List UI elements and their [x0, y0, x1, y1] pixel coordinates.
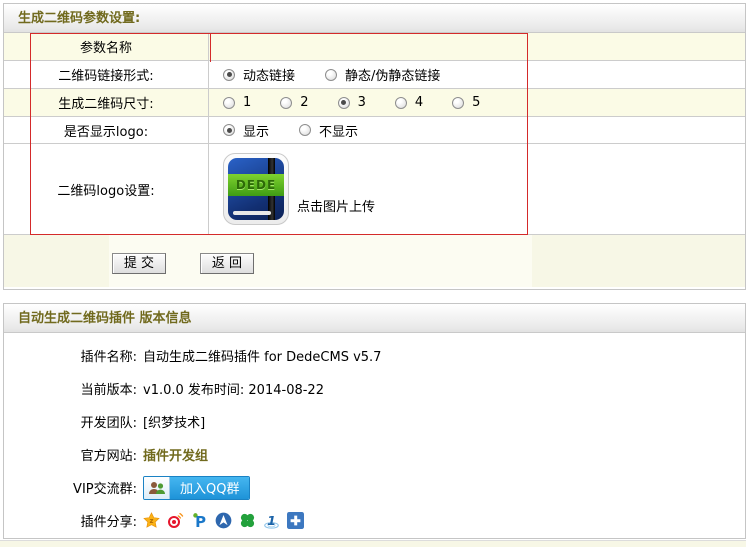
qq-group-people-icon	[144, 477, 170, 499]
join-qq-group-label: 加入QQ群	[170, 477, 249, 499]
radio-dynamic-link-label[interactable]: 动态链接	[243, 65, 295, 84]
share-pengyou-icon[interactable]: P	[191, 512, 208, 529]
qr-settings-panel: 生成二维码参数设置: 参数名称 二维码链接形式: 动态链接 静态/伪静态链接	[3, 3, 746, 290]
form-actions: 提 交 返 回	[4, 235, 745, 287]
back-button[interactable]: 返 回	[200, 253, 254, 274]
radio-size-4-label[interactable]: 4	[415, 95, 423, 110]
show-logo-row: 是否显示logo: 显示 不显示	[4, 117, 745, 144]
share-renren-icon[interactable]	[215, 512, 232, 529]
radio-icon[interactable]	[452, 97, 464, 109]
link-type-label: 二维码链接形式:	[4, 61, 209, 88]
logo-setting-row: 二维码logo设置: DEDE 点击图片上传	[4, 144, 745, 235]
radio-icon[interactable]	[338, 97, 350, 109]
svg-text:z: z	[149, 517, 153, 525]
radio-size-3[interactable]: 3	[338, 95, 366, 110]
radio-icon[interactable]	[223, 69, 235, 81]
share-kaixin-icon[interactable]	[239, 512, 256, 529]
radio-hide-logo[interactable]: 不显示	[299, 121, 358, 140]
radio-icon[interactable]	[395, 97, 407, 109]
join-qq-group-button[interactable]: 加入QQ群	[143, 476, 250, 500]
radio-size-2[interactable]: 2	[280, 95, 308, 110]
link-type-row: 二维码链接形式: 动态链接 静态/伪静态链接	[4, 61, 745, 89]
logo-band-text: DEDE	[228, 174, 284, 196]
param-name-header: 参数名称	[4, 33, 209, 60]
qr-size-label: 生成二维码尺寸:	[4, 89, 209, 116]
plugin-name-label: 插件名称:	[4, 346, 137, 365]
radio-size-4[interactable]: 4	[395, 95, 423, 110]
next-section-strip	[0, 540, 746, 547]
radio-size-5[interactable]: 5	[452, 95, 480, 110]
radio-size-5-label[interactable]: 5	[472, 95, 480, 110]
share-more-icon[interactable]	[287, 512, 304, 529]
radio-icon[interactable]	[223, 124, 235, 136]
official-site-row: 官方网站: 插件开发组	[4, 438, 745, 471]
share-label: 插件分享:	[4, 511, 137, 530]
qr-settings-table: 参数名称 二维码链接形式: 动态链接 静态/伪静态链接 生成二维码尺寸:	[4, 33, 745, 235]
radio-size-2-label[interactable]: 2	[300, 95, 308, 110]
radio-dynamic-link[interactable]: 动态链接	[223, 65, 295, 84]
version-value: v1.0.0 发布时间: 2014-08-22	[143, 379, 324, 398]
dede-logo-icon: DEDE	[228, 158, 284, 220]
radio-hide-logo-label[interactable]: 不显示	[319, 121, 358, 140]
radio-size-1-label[interactable]: 1	[243, 95, 251, 110]
radio-icon[interactable]	[325, 69, 337, 81]
share-yi-icon[interactable]: 1	[263, 512, 280, 529]
show-logo-label: 是否显示logo:	[4, 117, 209, 143]
radio-show-logo[interactable]: 显示	[223, 121, 269, 140]
share-qzone-icon[interactable]: z	[143, 512, 160, 529]
dev-team-value: [织梦技术]	[143, 412, 205, 431]
plugin-name-row: 插件名称: 自动生成二维码插件 for DedeCMS v5.7	[4, 339, 745, 372]
dev-team-row: 开发团队: [织梦技术]	[4, 405, 745, 438]
logo-upload-image[interactable]: DEDE	[223, 153, 289, 225]
logo-setting-label: 二维码logo设置:	[4, 144, 209, 234]
radio-icon[interactable]	[223, 97, 235, 109]
version-info-list: 插件名称: 自动生成二维码插件 for DedeCMS v5.7 当前版本: v…	[4, 333, 745, 537]
radio-show-logo-label[interactable]: 显示	[243, 121, 269, 140]
radio-static-link[interactable]: 静态/伪静态链接	[325, 65, 440, 84]
official-site-label: 官方网站:	[4, 445, 137, 464]
submit-button[interactable]: 提 交	[112, 253, 166, 274]
table-header-row: 参数名称	[4, 33, 745, 61]
form-actions-bg	[109, 235, 532, 287]
svg-text:P: P	[195, 513, 206, 529]
plugin-name-value: 自动生成二维码插件 for DedeCMS v5.7	[143, 346, 381, 365]
radio-static-link-label[interactable]: 静态/伪静态链接	[345, 65, 440, 84]
qr-settings-title: 生成二维码参数设置:	[4, 4, 745, 33]
share-row: 插件分享: z	[4, 504, 745, 537]
logo-pages	[233, 211, 271, 215]
share-weibo-icon[interactable]	[167, 512, 184, 529]
upload-hint-text[interactable]: 点击图片上传	[297, 196, 375, 215]
qr-size-row: 生成二维码尺寸: 1 2 3 4	[4, 89, 745, 117]
version-info-panel: 自动生成二维码插件 版本信息 插件名称: 自动生成二维码插件 for DedeC…	[3, 303, 746, 539]
radio-size-1[interactable]: 1	[223, 95, 251, 110]
dev-team-label: 开发团队:	[4, 412, 137, 431]
version-label: 当前版本:	[4, 379, 137, 398]
vip-group-row: VIP交流群: 加入QQ群	[4, 471, 745, 504]
radio-icon[interactable]	[299, 124, 311, 136]
version-info-title: 自动生成二维码插件 版本信息	[4, 304, 745, 333]
radio-size-3-label[interactable]: 3	[358, 95, 366, 110]
version-row: 当前版本: v1.0.0 发布时间: 2014-08-22	[4, 372, 745, 405]
official-site-link[interactable]: 插件开发组	[143, 445, 208, 464]
svg-text:1: 1	[267, 514, 276, 529]
radio-icon[interactable]	[280, 97, 292, 109]
vip-group-label: VIP交流群:	[4, 478, 137, 497]
